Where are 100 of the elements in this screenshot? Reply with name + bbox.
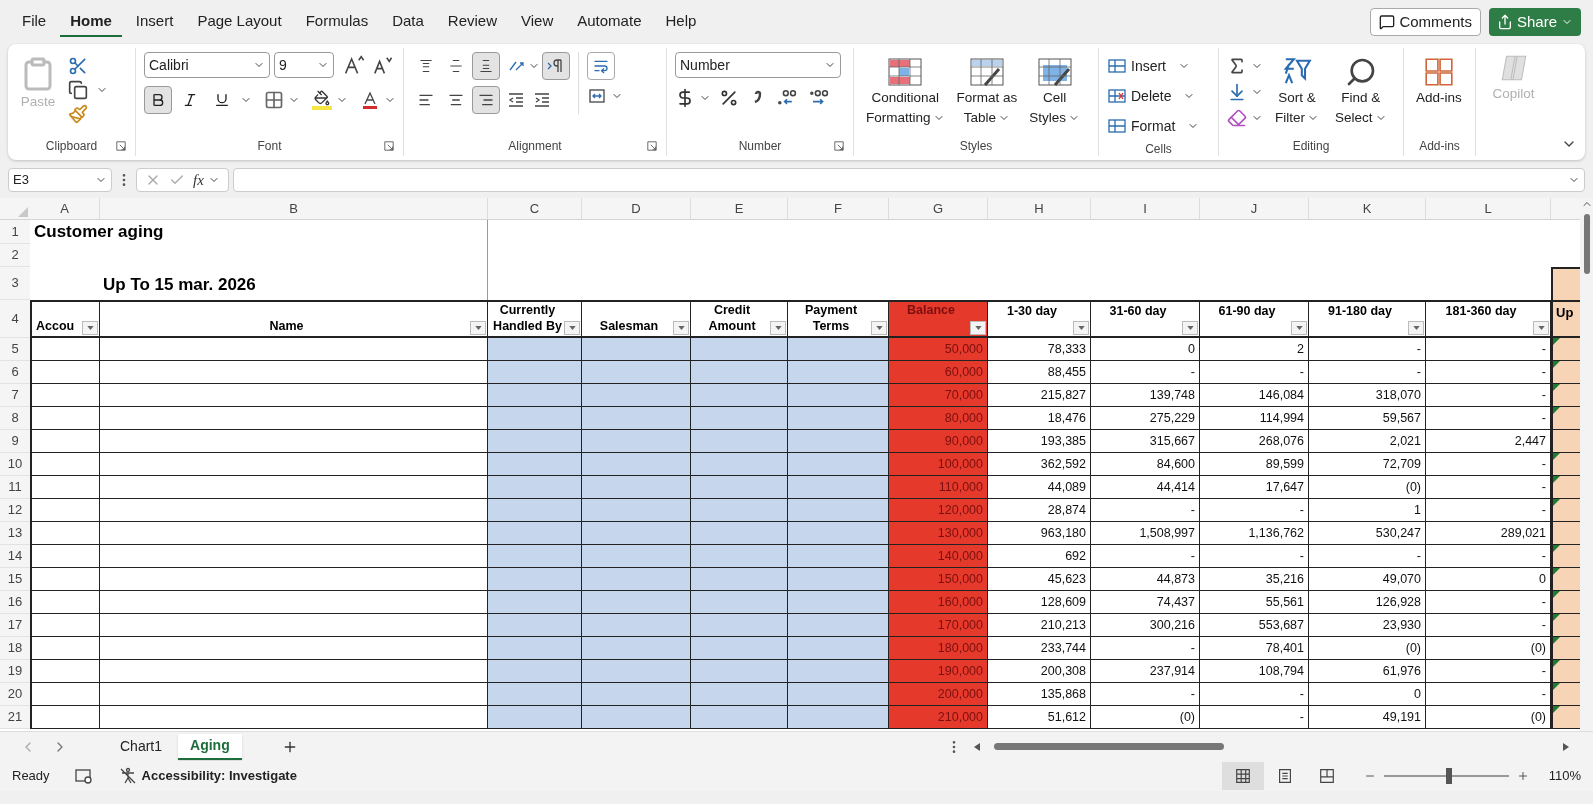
menu-tab[interactable]: Home [60, 7, 122, 37]
sheet-tab[interactable]: Chart1 [108, 733, 175, 760]
row-number[interactable]: 11 [0, 476, 30, 499]
row-number[interactable]: 21 [0, 706, 30, 729]
row-number[interactable]: 7 [0, 384, 30, 407]
filter-button[interactable] [1073, 321, 1089, 335]
menu-tab[interactable]: Help [655, 7, 707, 37]
scroll-thumb[interactable] [994, 743, 1224, 750]
row-number[interactable]: 18 [0, 637, 30, 660]
column-header[interactable]: I [1091, 198, 1200, 219]
vertical-align-button[interactable] [472, 52, 500, 80]
scroll-right-icon[interactable] [1563, 742, 1569, 751]
row-number[interactable]: 5 [0, 338, 30, 361]
filter-button[interactable] [673, 321, 689, 335]
styles-button[interactable]: Cell Styles [1025, 52, 1085, 128]
column-header[interactable]: K [1309, 198, 1426, 219]
font-name-select[interactable]: Calibri [144, 52, 270, 78]
filter-button[interactable] [970, 321, 986, 335]
cells-button[interactable]: Format [1107, 112, 1200, 140]
column-header[interactable]: E [691, 198, 788, 219]
share-button[interactable]: Share [1488, 8, 1581, 36]
cells-button[interactable]: Delete [1107, 82, 1200, 110]
zoom-level[interactable]: 110% [1548, 766, 1581, 786]
row-number[interactable]: 4 [0, 300, 30, 338]
row-number[interactable]: 9 [0, 430, 30, 453]
styles-button[interactable]: Format as Table [952, 52, 1022, 128]
row-number[interactable]: 12 [0, 499, 30, 522]
menu-tab[interactable]: Review [437, 7, 507, 37]
row-number[interactable]: 8 [0, 407, 30, 430]
zoom-slider[interactable] [1383, 768, 1509, 784]
zoom-in-icon[interactable] [1516, 770, 1529, 782]
menu-tab[interactable]: View [511, 7, 564, 37]
row-number[interactable]: 3 [0, 267, 30, 300]
eraser-icon[interactable] [1227, 108, 1247, 128]
add-ins-button[interactable]: Add-ins [1412, 52, 1466, 108]
column-header[interactable]: F [788, 198, 889, 219]
column-heading: 1-30 day [988, 300, 1091, 338]
editing-button[interactable]: Sort & Filter [1271, 52, 1323, 128]
row-number[interactable]: 19 [0, 660, 30, 683]
filter-button[interactable] [770, 321, 786, 335]
scroll-left-icon[interactable] [974, 742, 980, 751]
row-number[interactable]: 2 [0, 244, 30, 267]
wrap-text-button[interactable] [587, 52, 615, 80]
row-number[interactable]: 16 [0, 591, 30, 614]
number-format-select[interactable]: Number [675, 52, 841, 78]
column-header[interactable]: C [488, 198, 582, 219]
filter-button[interactable] [82, 321, 98, 335]
menu-tab[interactable]: Insert [125, 7, 184, 37]
bold-button[interactable] [144, 86, 172, 114]
comments-button[interactable]: Comments [1370, 8, 1481, 36]
underline-icon [214, 92, 230, 108]
text-direction-button[interactable] [542, 52, 570, 80]
formula-input[interactable] [232, 168, 1585, 192]
cut-icon[interactable] [68, 56, 88, 76]
filter-button[interactable] [1291, 321, 1307, 335]
column-header[interactable]: H [988, 198, 1091, 219]
menu-tab[interactable]: Data [382, 7, 434, 37]
row-number[interactable]: 17 [0, 614, 30, 637]
row-number[interactable]: 20 [0, 683, 30, 706]
filter-button[interactable] [1408, 321, 1424, 335]
name-box[interactable]: E3 [8, 168, 112, 192]
styles-button[interactable]: Conditional Formatting [862, 52, 949, 128]
fill-down-icon[interactable] [1227, 82, 1247, 102]
row-number[interactable]: 1 [0, 220, 30, 244]
sheet-tab[interactable]: Aging [178, 733, 242, 760]
fill-color-icon[interactable] [312, 90, 332, 110]
borders-icon[interactable] [264, 90, 284, 110]
filter-button[interactable] [1533, 321, 1549, 335]
filter-button[interactable] [1182, 321, 1198, 335]
cells-button[interactable]: Insert [1107, 52, 1200, 80]
slider-thumb[interactable] [1445, 768, 1452, 784]
font-size-select[interactable]: 9 [274, 52, 334, 78]
column-header[interactable]: A [30, 198, 100, 219]
horizontal-align-button[interactable] [472, 86, 500, 114]
view-button[interactable] [1221, 762, 1264, 790]
row-number[interactable]: 6 [0, 361, 30, 384]
editing-button[interactable]: Find & Select [1331, 52, 1391, 128]
menu-tab[interactable]: File [12, 7, 57, 37]
column-header[interactable]: L [1426, 198, 1551, 219]
column-header[interactable]: G [889, 198, 988, 219]
percent-icon[interactable] [719, 88, 739, 108]
row-number[interactable]: 14 [0, 545, 30, 568]
insert-function-button[interactable]: fx [193, 168, 204, 192]
column-header[interactable]: B [100, 198, 488, 219]
column-header[interactable]: J [1200, 198, 1309, 219]
scroll-thumb[interactable] [1583, 214, 1590, 274]
vertical-scrollbar[interactable] [1580, 198, 1593, 731]
menu-tab[interactable]: Page Layout [187, 7, 292, 37]
table-cell: - [1091, 545, 1200, 568]
menu-tab[interactable]: Formulas [295, 7, 379, 37]
row-number[interactable]: 15 [0, 568, 30, 591]
row-number[interactable]: 10 [0, 453, 30, 476]
row-number[interactable]: 13 [0, 522, 30, 545]
filter-button[interactable] [470, 321, 486, 335]
menu-tab[interactable]: Automate [567, 7, 652, 37]
column-header[interactable]: D [582, 198, 691, 219]
filter-button[interactable] [564, 321, 580, 335]
copy-icon[interactable] [68, 80, 88, 100]
filter-button[interactable] [871, 321, 887, 335]
accessibility-status[interactable]: Accessibility: Investigate [141, 766, 297, 786]
